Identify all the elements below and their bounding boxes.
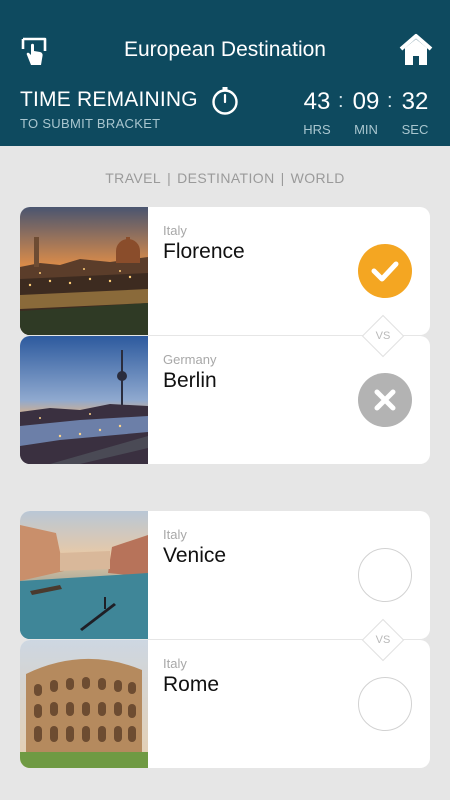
select-circle-icon[interactable]: [358, 548, 412, 602]
vs-label: VS: [375, 634, 391, 646]
minutes-value: 09: [352, 88, 380, 115]
app-header: European Destination TIME REMAINING TO S…: [0, 0, 450, 146]
venice-photo: [20, 511, 148, 639]
vs-label: VS: [375, 330, 391, 342]
breadcrumb-destination[interactable]: DESTINATION: [177, 170, 274, 186]
check-icon[interactable]: [358, 244, 412, 298]
breadcrumb-separator: |: [280, 170, 285, 186]
destination-card-rome[interactable]: Italy Rome: [20, 640, 430, 768]
home-icon[interactable]: [396, 30, 436, 70]
country-label: Italy: [163, 223, 187, 238]
breadcrumb: TRAVEL | DESTINATION | WORLD: [0, 170, 450, 186]
city-name: Berlin: [163, 369, 217, 392]
cross-icon[interactable]: [358, 373, 412, 427]
city-name: Venice: [163, 544, 227, 567]
breadcrumb-separator: |: [167, 170, 172, 186]
time-remaining-title: TIME REMAINING: [20, 88, 198, 111]
country-label: Italy: [163, 656, 187, 671]
destination-card-florence[interactable]: Italy Florence: [20, 207, 430, 335]
country-label: Germany: [163, 352, 217, 367]
city-name: Florence: [163, 240, 245, 263]
select-circle-icon[interactable]: [358, 677, 412, 731]
touch-back-icon[interactable]: [14, 30, 54, 70]
hours-label: HRS: [303, 122, 331, 137]
seconds-label: SEC: [401, 122, 429, 137]
time-remaining-subtitle: TO SUBMIT BRACKET: [20, 116, 161, 131]
countdown-minutes: 09 MIN: [345, 88, 387, 137]
colon-separator: :: [338, 90, 344, 112]
countdown-seconds: 32 SEC: [395, 88, 435, 137]
hours-value: 43: [303, 88, 331, 115]
breadcrumb-world[interactable]: WORLD: [291, 170, 345, 186]
countdown-hours: 43 HRS: [297, 88, 337, 137]
berlin-photo: [20, 336, 148, 464]
rome-photo: [20, 640, 148, 768]
colon-separator: :: [387, 90, 393, 112]
stopwatch-icon: [210, 86, 240, 116]
florence-photo: [20, 207, 148, 335]
country-label: Italy: [163, 527, 187, 542]
destination-card-berlin[interactable]: Germany Berlin: [20, 336, 430, 464]
minutes-label: MIN: [354, 122, 378, 137]
breadcrumb-travel[interactable]: TRAVEL: [105, 170, 161, 186]
destination-card-venice[interactable]: Italy Venice: [20, 511, 430, 639]
seconds-value: 32: [401, 88, 429, 115]
city-name: Rome: [163, 673, 220, 696]
page-title: European Destination: [124, 38, 326, 61]
